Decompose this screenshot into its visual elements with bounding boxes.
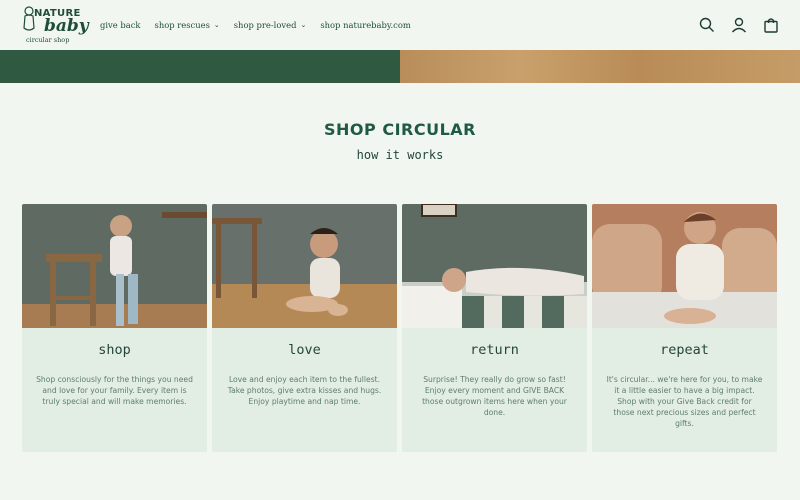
nature-baby-logo[interactable]: NATURE baby circular shop [22, 6, 89, 46]
card-title: repeat [660, 342, 709, 358]
nav-label: give back [100, 20, 141, 30]
hero-banner-image [0, 50, 800, 83]
nav-label: shop naturebaby.com [320, 20, 411, 30]
nav-shop-rescues[interactable]: shop rescues ⌄ [155, 20, 220, 30]
card-description: Love and enjoy each item to the fullest.… [227, 375, 382, 406]
bag-icon[interactable] [762, 16, 780, 34]
section-subtitle: how it works [356, 148, 444, 162]
card-title: love [288, 342, 321, 358]
chevron-down-icon: ⌄ [213, 21, 220, 29]
banner-left-green [0, 50, 400, 83]
card-description: Surprise! They really do grow so fast! E… [422, 375, 567, 417]
card-photo-baby-standing [22, 204, 207, 328]
account-icon[interactable] [730, 16, 748, 34]
card-photo-baby-sitting [212, 204, 397, 328]
card-love: love Love and enjoy each item to the ful… [212, 204, 397, 452]
card-title: return [470, 342, 519, 358]
card-photo-baby-lying [402, 204, 587, 328]
card-return: return Surprise! They really do grow so … [402, 204, 587, 452]
card-repeat: repeat It's circular... we're here for y… [592, 204, 777, 452]
nav-label: shop pre-loved [233, 20, 297, 30]
card-shop: shop Shop consciously for the things you… [22, 204, 207, 452]
site-header: NATURE baby circular shop give back shop… [0, 0, 800, 50]
section-title: SHOP CIRCULAR [324, 120, 476, 139]
logo-text-baby: baby [44, 16, 89, 36]
card-photo-baby-on-sofa [592, 204, 777, 328]
search-icon[interactable] [698, 16, 716, 34]
nav-shop-naturebaby[interactable]: shop naturebaby.com [320, 20, 411, 30]
card-title: shop [98, 342, 131, 358]
card-description: It's circular... we're here for you, to … [606, 375, 763, 428]
main-nav: give back shop rescues ⌄ shop pre-loved … [100, 0, 411, 50]
logo-text-circular-shop: circular shop [26, 36, 70, 44]
chevron-down-icon: ⌄ [300, 21, 307, 29]
card-description: Shop consciously for the things you need… [36, 375, 193, 406]
nav-give-back[interactable]: give back [100, 20, 141, 30]
nav-label: shop rescues [154, 20, 210, 30]
banner-right-wood [400, 50, 800, 83]
header-icons [698, 16, 780, 34]
nav-shop-pre-loved[interactable]: shop pre-loved ⌄ [234, 20, 307, 30]
how-it-works-cards: shop Shop consciously for the things you… [22, 204, 778, 452]
